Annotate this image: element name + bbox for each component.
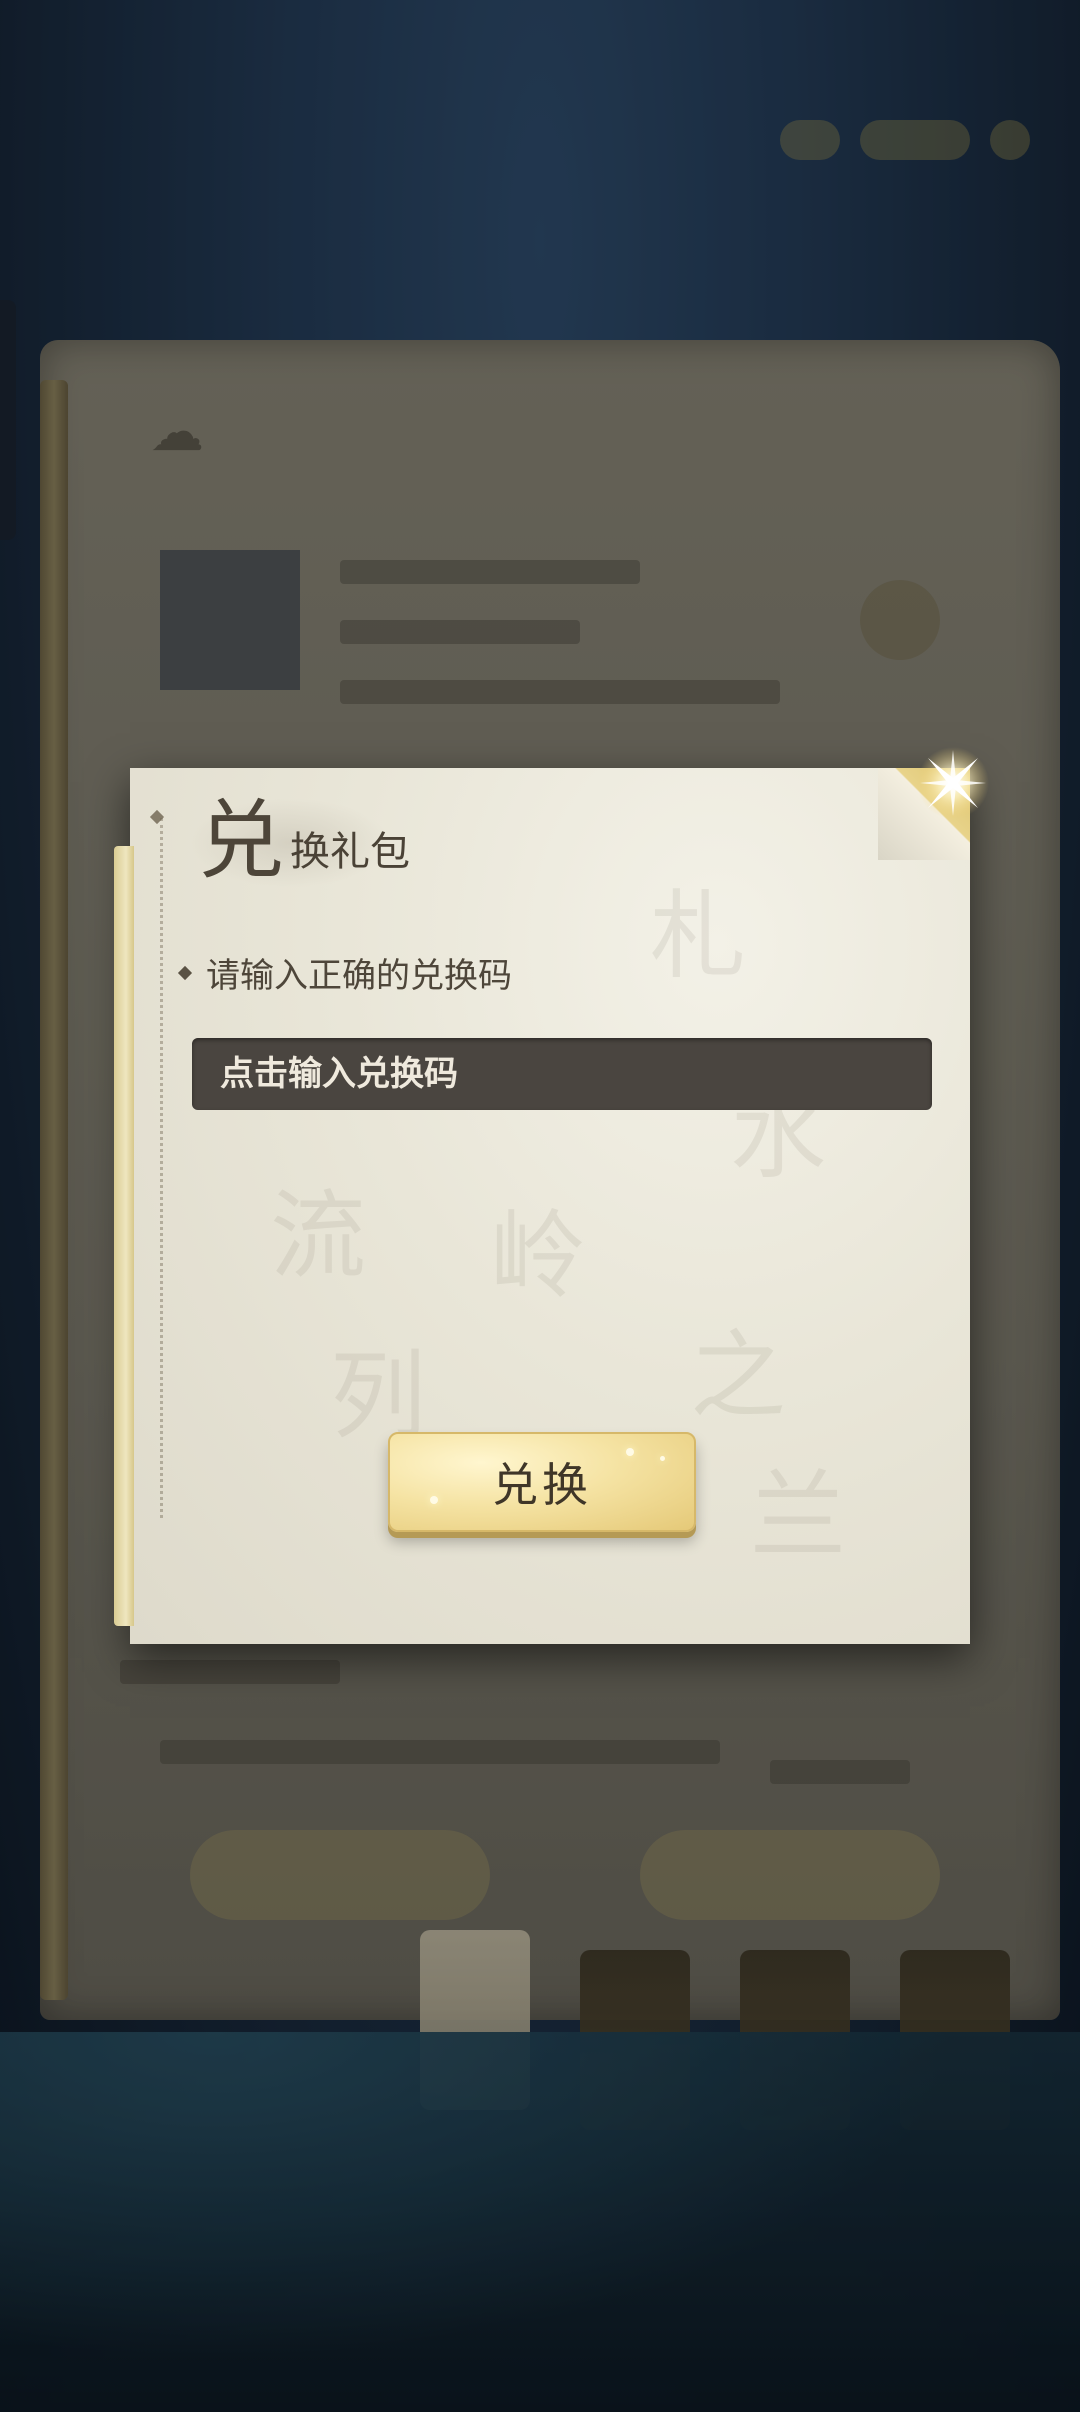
game-screen: ☁ 札 水 流 岭 之 列 兰 兑 换礼包 请输入正确的兑换码 点击输入兑换码 … bbox=[0, 0, 1080, 2412]
redeem-button[interactable]: 兑换 bbox=[388, 1432, 696, 1532]
close-sparkle-icon[interactable] bbox=[914, 744, 992, 822]
redeem-code-dialog: 札 水 流 岭 之 列 兰 兑 换礼包 请输入正确的兑换码 兑换 bbox=[114, 747, 989, 1644]
hint-row: 请输入正确的兑换码 bbox=[177, 948, 512, 997]
calligraphy-decoration: 札 bbox=[650, 880, 746, 992]
calligraphy-decoration: 之 bbox=[690, 1320, 786, 1432]
diamond-bullet-icon bbox=[177, 965, 193, 980]
dialog-title: 兑 换礼包 bbox=[198, 798, 410, 884]
calligraphy-decoration: 列 bbox=[330, 1340, 426, 1452]
dialog-title-rest: 换礼包 bbox=[290, 829, 410, 875]
sparkle-icon bbox=[660, 1456, 665, 1461]
redeem-code-input[interactable] bbox=[192, 1038, 932, 1110]
dialog-gold-edge bbox=[114, 846, 134, 1626]
hint-text: 请输入正确的兑换码 bbox=[206, 956, 512, 996]
calligraphy-decoration: 流 bbox=[270, 1180, 366, 1292]
dialog-perforation bbox=[160, 818, 163, 1518]
calligraphy-decoration: 兰 bbox=[750, 1460, 846, 1572]
calligraphy-decoration: 岭 bbox=[490, 1200, 586, 1312]
sparkle-icon bbox=[626, 1448, 634, 1456]
redeem-button-label: 兑换 bbox=[492, 1458, 592, 1512]
dialog-title-initial: 兑 bbox=[198, 791, 284, 891]
sparkle-icon bbox=[430, 1496, 438, 1504]
